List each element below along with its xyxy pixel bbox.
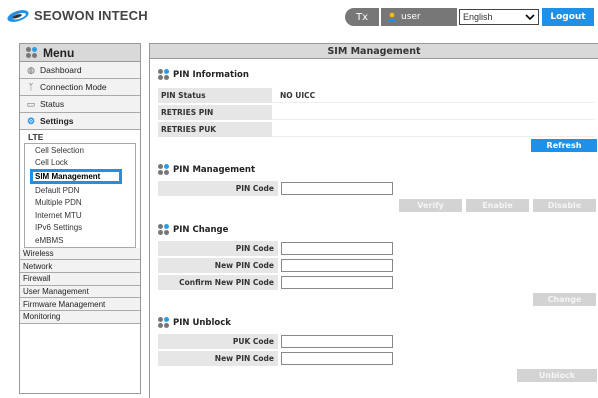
sidebar-item-sim-management[interactable]: SIM Management (30, 169, 122, 184)
sidebar-item-cell-selection[interactable]: Cell Selection (25, 144, 135, 157)
change-button[interactable]: Change (533, 293, 596, 306)
sidebar-item-firmware-management[interactable]: Firmware Management (20, 298, 140, 311)
change-pin-code-input[interactable] (281, 242, 393, 255)
logout-button[interactable]: Logout (542, 8, 594, 26)
pin-code-label: PIN Code (158, 181, 278, 196)
lte-submenu: Cell Selection Cell Lock SIM Management … (24, 144, 136, 248)
disable-button[interactable]: Disable (533, 199, 596, 212)
sidebar-item-embms[interactable]: eMBMS (25, 234, 135, 247)
confirm-new-pin-label: Confirm New PIN Code (158, 275, 278, 290)
retries-pin-value (272, 105, 595, 120)
unblock-new-pin-row: New PIN Code (158, 351, 393, 366)
sidebar-group-lte[interactable]: LTE (24, 130, 136, 144)
brand-logo: SEOWON INTECH (6, 8, 148, 23)
logout-label: Logout (550, 12, 586, 22)
tx-button[interactable]: Tx (345, 8, 379, 26)
page-title: SIM Management (150, 44, 598, 59)
pin-status-label: PIN Status (158, 88, 272, 103)
sidebar-item-multiple-pdn[interactable]: Multiple PDN (25, 197, 135, 210)
retries-puk-value (272, 122, 595, 137)
chevron-down-icon (525, 14, 535, 20)
sidebar-item-connection-mode[interactable]: ᛉ Connection Mode (20, 79, 140, 96)
sidebar-item-ipv6-settings[interactable]: IPv6 Settings (25, 222, 135, 235)
gauge-icon: ◍ (27, 64, 35, 75)
puk-code-label: PUK Code (158, 334, 278, 349)
language-value: English (463, 12, 493, 22)
confirm-new-pin-row: Confirm New PIN Code (158, 275, 393, 290)
user-icon (387, 12, 397, 22)
sidebar-item-firewall[interactable]: Firewall (20, 272, 140, 286)
sidebar-item-label: Settings (40, 116, 74, 126)
monitor-icon: ▭ (26, 98, 36, 109)
unblock-new-pin-label: New PIN Code (158, 351, 278, 366)
main-panel: SIM Management PIN Information PIN Statu… (149, 43, 598, 398)
section-dots-icon (158, 224, 169, 235)
sidebar-item-dashboard[interactable]: ◍ Dashboard (20, 62, 140, 79)
pin-information-heading: PIN Information (158, 69, 249, 80)
retries-puk-label: RETRIES PUK (158, 122, 272, 137)
user-label: user (401, 12, 421, 22)
puk-code-input[interactable] (281, 335, 393, 348)
pin-code-row: PIN Code (158, 181, 393, 196)
gears-icon: ⚙ (26, 115, 36, 126)
section-title: PIN Management (173, 164, 256, 175)
sidebar-item-label: Status (40, 99, 65, 109)
change-pin-code-row: PIN Code (158, 241, 393, 256)
sidebar-item-label: Connection Mode (40, 82, 107, 92)
section-title: PIN Information (173, 69, 249, 80)
menu-header: Menu (20, 44, 140, 62)
pin-management-heading: PIN Management (158, 164, 255, 175)
pin-unblock-heading: PIN Unblock (158, 317, 231, 328)
section-dots-icon (158, 164, 169, 175)
sidebar-item-internet-mtu[interactable]: Internet MTU (25, 209, 135, 222)
change-new-pin-input[interactable] (281, 259, 393, 272)
retries-pin-label: RETRIES PIN (158, 105, 272, 120)
refresh-button[interactable]: Refresh (531, 139, 597, 152)
menu-dots-icon (26, 47, 37, 58)
section-title: PIN Change (173, 224, 229, 235)
brand-name: SEOWON INTECH (34, 8, 148, 23)
change-new-pin-label: New PIN Code (158, 258, 278, 273)
language-select[interactable]: English (459, 9, 539, 25)
change-new-pin-row: New PIN Code (158, 258, 393, 273)
section-dots-icon (158, 317, 169, 328)
retries-puk-row: RETRIES PUK (158, 122, 595, 137)
sidebar-item-monitoring[interactable]: Monitoring (20, 310, 140, 324)
sidebar-item-user-management[interactable]: User Management (20, 285, 140, 299)
sidebar-item-settings[interactable]: ⚙ Settings (20, 113, 140, 130)
menu-title: Menu (43, 45, 75, 60)
pin-status-value: NO UICC (272, 88, 595, 103)
user-button[interactable]: user (381, 8, 457, 26)
verify-button[interactable]: Verify (399, 199, 462, 212)
pin-status-row: PIN Status NO UICC (158, 88, 595, 103)
antenna-icon: ᛉ (28, 81, 34, 92)
seowon-logo-icon (7, 9, 29, 22)
puk-code-row: PUK Code (158, 334, 393, 349)
change-pin-code-label: PIN Code (158, 241, 278, 256)
sidebar: Menu ◍ Dashboard ᛉ Connection Mode ▭ Sta… (19, 43, 141, 394)
sidebar-item-status[interactable]: ▭ Status (20, 96, 140, 113)
section-title: PIN Unblock (173, 317, 231, 328)
sidebar-item-cell-lock[interactable]: Cell Lock (25, 157, 135, 170)
sidebar-item-label: Dashboard (40, 65, 82, 75)
unblock-button[interactable]: Unblock (517, 369, 597, 382)
unblock-new-pin-input[interactable] (281, 352, 393, 365)
pin-code-input[interactable] (281, 182, 393, 195)
group-label: LTE (28, 131, 44, 142)
tx-label: Tx (355, 11, 369, 23)
pin-change-heading: PIN Change (158, 224, 228, 235)
top-header: SEOWON INTECH Tx user English Logout (0, 0, 598, 34)
sidebar-item-network[interactable]: Network (20, 260, 140, 273)
sidebar-item-wireless[interactable]: Wireless (20, 247, 140, 261)
enable-button[interactable]: Enable (466, 199, 529, 212)
confirm-new-pin-input[interactable] (281, 276, 393, 289)
sidebar-item-default-pdn[interactable]: Default PDN (25, 184, 135, 197)
retries-pin-row: RETRIES PIN (158, 105, 595, 120)
section-dots-icon (158, 69, 169, 80)
